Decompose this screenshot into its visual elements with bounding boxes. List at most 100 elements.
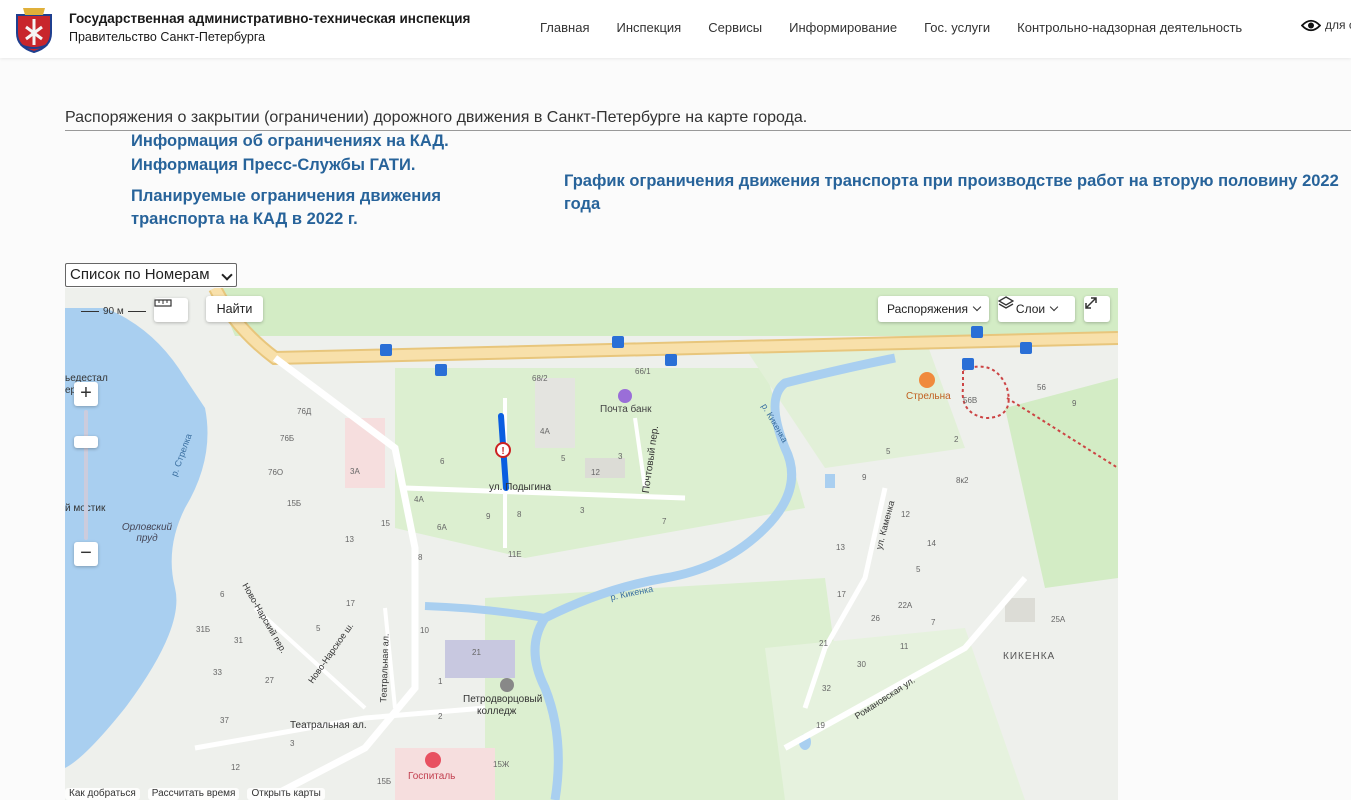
house-number: 15Б xyxy=(377,777,392,786)
eye-icon xyxy=(1301,19,1321,31)
house-number: 30 xyxy=(857,660,866,669)
house-number: 6А xyxy=(437,523,447,532)
page-heading: Распоряжения о закрытии (ограничении) до… xyxy=(65,109,808,126)
house-number: 5 xyxy=(561,454,566,463)
house-number: 76О xyxy=(268,468,284,477)
house-number: 3 xyxy=(618,452,623,461)
chevron-down-icon xyxy=(221,269,233,281)
house-number: 4А xyxy=(414,495,424,504)
map-view[interactable]: ! ьедестал ера й мостик Орловский пруд р… xyxy=(65,288,1118,800)
list-mode-value: Список по Номерам xyxy=(70,266,210,283)
house-number: 9 xyxy=(486,512,491,521)
org-subtitle: Правительство Санкт-Петербурга xyxy=(69,30,266,44)
zoom-slider-thumb[interactable] xyxy=(74,436,98,448)
map-label-street-podygina: ул. Подыгина xyxy=(489,482,552,493)
map-label-bank: Почта банк xyxy=(600,404,652,415)
nav-control[interactable]: Контрольно-надзорная деятельность xyxy=(1017,20,1242,35)
chevron-down-icon xyxy=(1049,302,1059,312)
orders-dropdown[interactable]: Распоряжения xyxy=(878,296,989,322)
kad-info-link[interactable]: Информация об ограничениях на КАД. xyxy=(131,130,449,153)
nav-gov-services[interactable]: Гос. услуги xyxy=(924,20,990,35)
open-maps-link[interactable]: Открыть карты xyxy=(247,788,325,800)
house-number: 15 xyxy=(381,519,390,528)
map-label-hospital: Госпиталь xyxy=(408,771,456,782)
house-number: 6 xyxy=(440,457,445,466)
house-number: 3 xyxy=(580,506,585,515)
house-number: 7 xyxy=(662,517,667,526)
vision-label: для с xyxy=(1325,18,1351,32)
map-scale: 90 м xyxy=(81,306,146,317)
house-number: 5 xyxy=(916,565,921,574)
map-label-college1: Петродворцовый xyxy=(463,694,543,705)
house-number: 8 xyxy=(418,553,423,562)
house-number: 17 xyxy=(837,590,846,599)
house-number: 4А xyxy=(540,427,550,436)
map-label-teatralnaya2: Театральная ал. xyxy=(290,720,367,731)
house-number: 19 xyxy=(816,721,825,730)
kad-plan-link-line2[interactable]: транспорта на КАД в 2022 г. xyxy=(131,208,358,231)
vision-impaired-link[interactable]: для с xyxy=(1301,18,1351,32)
time-link[interactable]: Рассчитать время xyxy=(147,788,240,800)
house-number: 68/2 xyxy=(532,374,548,383)
house-number: 8 xyxy=(517,510,522,519)
house-number: 31Б xyxy=(196,625,211,634)
house-number: 32 xyxy=(822,684,831,693)
house-number: 11Е xyxy=(508,550,522,559)
zoom-slider-track[interactable] xyxy=(84,410,88,540)
house-number: 9 xyxy=(1072,399,1077,408)
fullscreen-button[interactable] xyxy=(1084,296,1110,322)
house-number: 5 xyxy=(886,447,891,456)
house-number: 66/1 xyxy=(635,367,651,376)
layers-dropdown[interactable]: Слои xyxy=(998,296,1075,322)
house-number: 8к2 xyxy=(956,476,969,485)
press-info-link[interactable]: Информация Пресс-Службы ГАТИ. xyxy=(131,154,415,177)
house-number: 27 xyxy=(265,676,274,685)
map-label-kikenka: КИКЕНКА xyxy=(1003,651,1056,662)
schedule-link[interactable]: График ограничения движения транспорта п… xyxy=(564,170,1351,216)
house-number: 15Ж xyxy=(493,760,510,769)
chevron-down-icon xyxy=(972,302,982,312)
find-button[interactable]: Найти xyxy=(206,296,263,322)
nav-home[interactable]: Главная xyxy=(540,20,589,35)
house-number: 13 xyxy=(836,543,845,552)
house-number: 12 xyxy=(591,468,600,477)
list-mode-select[interactable]: Список по Номерам xyxy=(65,263,237,287)
zoom-in-button[interactable]: + xyxy=(74,382,98,406)
nav-informing[interactable]: Информирование xyxy=(789,20,897,35)
house-number: 56 xyxy=(1037,383,1046,392)
house-number: 26 xyxy=(871,614,880,623)
house-number: 33 xyxy=(213,668,222,677)
ruler-button[interactable] xyxy=(154,298,188,322)
house-number: 2 xyxy=(438,712,443,721)
spb-coat-of-arms-logo[interactable] xyxy=(13,5,55,53)
zoom-out-button[interactable]: − xyxy=(74,542,98,566)
house-number: 14 xyxy=(927,539,936,548)
map-label-college2: колледж xyxy=(477,706,517,717)
house-number: 37 xyxy=(220,716,229,725)
nav-inspection[interactable]: Инспекция xyxy=(616,20,681,35)
main-nav: Главная Инспекция Сервисы Информирование… xyxy=(540,20,1269,35)
kad-plan-link-line1[interactable]: Планируемые ограничения движения xyxy=(131,185,441,208)
house-number: 22А xyxy=(898,601,913,610)
house-number: 31 xyxy=(234,636,243,645)
house-number: 7 xyxy=(931,618,936,627)
house-number: 10 xyxy=(420,626,429,635)
house-number: 17 xyxy=(346,599,355,608)
map-label-orlov-pond: Орловский пруд xyxy=(121,522,173,544)
route-link[interactable]: Как добраться xyxy=(65,788,140,800)
layers-icon xyxy=(998,296,1014,309)
house-number: 21 xyxy=(819,639,828,648)
house-number: 76Д xyxy=(297,407,312,416)
orders-label: Распоряжения xyxy=(886,302,969,316)
house-number: 15Б xyxy=(287,499,302,508)
scale-label: 90 м xyxy=(103,306,124,317)
house-number: 12 xyxy=(901,510,910,519)
map-label-strelna: Стрельна xyxy=(906,391,951,402)
site-header: Государственная административно-техничес… xyxy=(0,0,1351,58)
house-number: 9 xyxy=(862,473,867,482)
house-number: 56В xyxy=(963,396,978,405)
house-number: 6 xyxy=(220,590,225,599)
svg-text:!: ! xyxy=(501,446,504,457)
nav-services[interactable]: Сервисы xyxy=(708,20,762,35)
ruler-icon xyxy=(154,299,172,307)
